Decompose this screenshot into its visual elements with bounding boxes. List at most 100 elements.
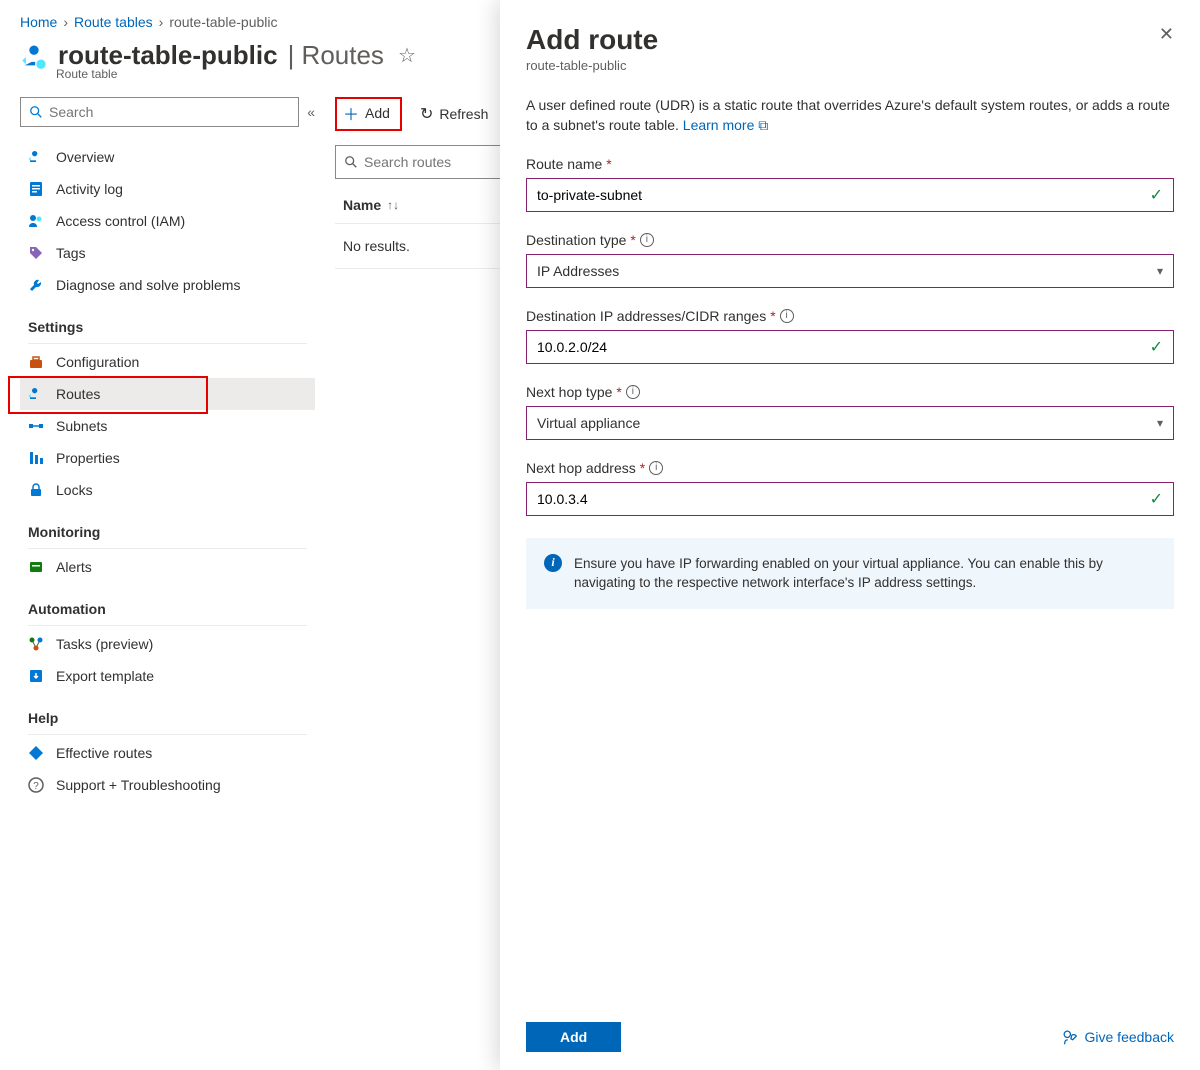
sidebar-item-support[interactable]: ? Support + Troubleshooting xyxy=(20,769,315,801)
sidebar-item-label: Alerts xyxy=(56,559,92,575)
notice-text: Ensure you have IP forwarding enabled on… xyxy=(574,554,1156,593)
next-hop-type-label: Next hop type * i xyxy=(526,384,1174,400)
breadcrumb-current: route-table-public xyxy=(169,14,277,30)
sidebar-item-label: Routes xyxy=(56,386,100,402)
sidebar-item-tasks[interactable]: Tasks (preview) xyxy=(20,628,315,660)
collapse-sidebar-icon[interactable]: « xyxy=(307,104,315,120)
svg-text:?: ? xyxy=(33,781,39,792)
sidebar-item-label: Subnets xyxy=(56,418,107,434)
sidebar-item-locks[interactable]: Locks xyxy=(20,474,315,506)
field-next-hop-type: Next hop type * i Virtual appliance ▾ xyxy=(526,384,1174,440)
breadcrumb-home[interactable]: Home xyxy=(20,14,57,30)
sidebar-item-subnets[interactable]: Subnets xyxy=(20,410,315,442)
sidebar-search[interactable] xyxy=(20,97,299,127)
destination-type-select[interactable]: IP Addresses ▾ xyxy=(526,254,1174,288)
properties-icon xyxy=(28,450,46,466)
refresh-button[interactable]: ↻ Refresh xyxy=(410,100,498,128)
breadcrumb-sep: › xyxy=(63,14,68,30)
close-icon[interactable]: ✕ xyxy=(1159,24,1174,45)
sidebar-item-alerts[interactable]: Alerts xyxy=(20,551,315,583)
search-icon xyxy=(344,155,358,169)
refresh-icon: ↻ xyxy=(420,104,433,124)
next-hop-address-input-wrapper[interactable]: ✓ xyxy=(526,482,1174,516)
route-name-input-wrapper[interactable]: ✓ xyxy=(526,178,1174,212)
next-hop-address-input[interactable] xyxy=(537,491,1150,507)
page-title-sub: | Routes xyxy=(288,40,384,71)
info-icon[interactable]: i xyxy=(649,461,663,475)
feedback-label: Give feedback xyxy=(1085,1029,1175,1045)
learn-more-link[interactable]: Learn more ⧉ xyxy=(683,117,768,133)
sidebar-section-help: Help xyxy=(20,692,315,732)
sidebar-item-properties[interactable]: Properties xyxy=(20,442,315,474)
check-icon: ✓ xyxy=(1150,185,1163,205)
help-icon: ? xyxy=(28,777,46,793)
info-icon[interactable]: i xyxy=(626,385,640,399)
sidebar-item-label: Locks xyxy=(56,482,93,498)
sidebar-item-access-control[interactable]: Access control (IAM) xyxy=(20,205,315,237)
route-name-input[interactable] xyxy=(537,187,1150,203)
panel-subtitle: route-table-public xyxy=(526,58,658,73)
info-notice: i Ensure you have IP forwarding enabled … xyxy=(526,538,1174,609)
next-hop-address-label: Next hop address * i xyxy=(526,460,1174,476)
sidebar-item-label: Support + Troubleshooting xyxy=(56,777,221,793)
export-icon xyxy=(28,668,46,684)
panel-description: A user defined route (UDR) is a static r… xyxy=(526,95,1174,136)
panel-title: Add route xyxy=(526,24,658,56)
destination-type-value: IP Addresses xyxy=(537,263,1157,279)
sort-icon: ↑↓ xyxy=(387,198,399,212)
sidebar-section-monitoring: Monitoring xyxy=(20,506,315,546)
people-icon xyxy=(28,213,46,229)
info-icon[interactable]: i xyxy=(640,233,654,247)
sidebar-item-export-template[interactable]: Export template xyxy=(20,660,315,692)
submit-add-button[interactable]: Add xyxy=(526,1022,621,1052)
field-destination-type: Destination type * i IP Addresses ▾ xyxy=(526,232,1174,288)
wrench-icon xyxy=(28,277,46,293)
sidebar-item-diagnose[interactable]: Diagnose and solve problems xyxy=(20,269,315,301)
column-name: Name xyxy=(343,197,381,213)
info-icon: i xyxy=(544,554,562,572)
field-route-name: Route name * ✓ xyxy=(526,156,1174,212)
destination-ip-input[interactable] xyxy=(537,339,1150,355)
log-icon xyxy=(28,181,46,197)
chevron-down-icon: ▾ xyxy=(1157,264,1163,278)
tag-icon xyxy=(28,245,46,261)
subnets-icon xyxy=(28,418,46,434)
info-icon[interactable]: i xyxy=(780,309,794,323)
next-hop-type-select[interactable]: Virtual appliance ▾ xyxy=(526,406,1174,440)
sidebar-search-input[interactable] xyxy=(49,104,290,120)
plus-icon: ＋ xyxy=(343,101,359,125)
alerts-icon xyxy=(28,559,46,575)
route-table-icon xyxy=(28,149,46,165)
sidebar-item-label: Tasks (preview) xyxy=(56,636,153,652)
destination-ip-label: Destination IP addresses/CIDR ranges * i xyxy=(526,308,1174,324)
sidebar-item-effective-routes[interactable]: Effective routes xyxy=(20,737,315,769)
sidebar-item-label: Diagnose and solve problems xyxy=(56,277,240,293)
add-button[interactable]: ＋ Add xyxy=(335,97,402,131)
sidebar-item-label: Tags xyxy=(56,245,86,261)
destination-ip-input-wrapper[interactable]: ✓ xyxy=(526,330,1174,364)
breadcrumb-route-tables[interactable]: Route tables xyxy=(74,14,153,30)
diamond-icon xyxy=(28,745,46,761)
sidebar-item-overview[interactable]: Overview xyxy=(20,141,315,173)
chevron-down-icon: ▾ xyxy=(1157,416,1163,430)
add-route-panel: Add route route-table-public ✕ A user de… xyxy=(500,0,1200,1070)
sidebar-item-activity-log[interactable]: Activity log xyxy=(20,173,315,205)
sidebar-item-routes[interactable]: Routes xyxy=(20,378,315,410)
route-icon xyxy=(28,386,46,402)
search-icon xyxy=(29,105,43,119)
field-next-hop-address: Next hop address * i ✓ xyxy=(526,460,1174,516)
sidebar-item-configuration[interactable]: Configuration xyxy=(20,346,315,378)
sidebar-item-tags[interactable]: Tags xyxy=(20,237,315,269)
sidebar-item-label: Effective routes xyxy=(56,745,152,761)
toolbar-refresh-label: Refresh xyxy=(439,106,488,122)
sidebar-item-label: Overview xyxy=(56,149,114,165)
favorite-icon[interactable]: ☆ xyxy=(398,43,416,68)
route-name-label: Route name * xyxy=(526,156,1174,172)
route-table-icon xyxy=(20,42,48,70)
sidebar-item-label: Activity log xyxy=(56,181,123,197)
sidebar-section-automation: Automation xyxy=(20,583,315,623)
give-feedback-link[interactable]: Give feedback xyxy=(1061,1028,1175,1046)
sidebar-item-label: Configuration xyxy=(56,354,139,370)
sidebar-item-label: Access control (IAM) xyxy=(56,213,185,229)
field-destination-ip: Destination IP addresses/CIDR ranges * i… xyxy=(526,308,1174,364)
